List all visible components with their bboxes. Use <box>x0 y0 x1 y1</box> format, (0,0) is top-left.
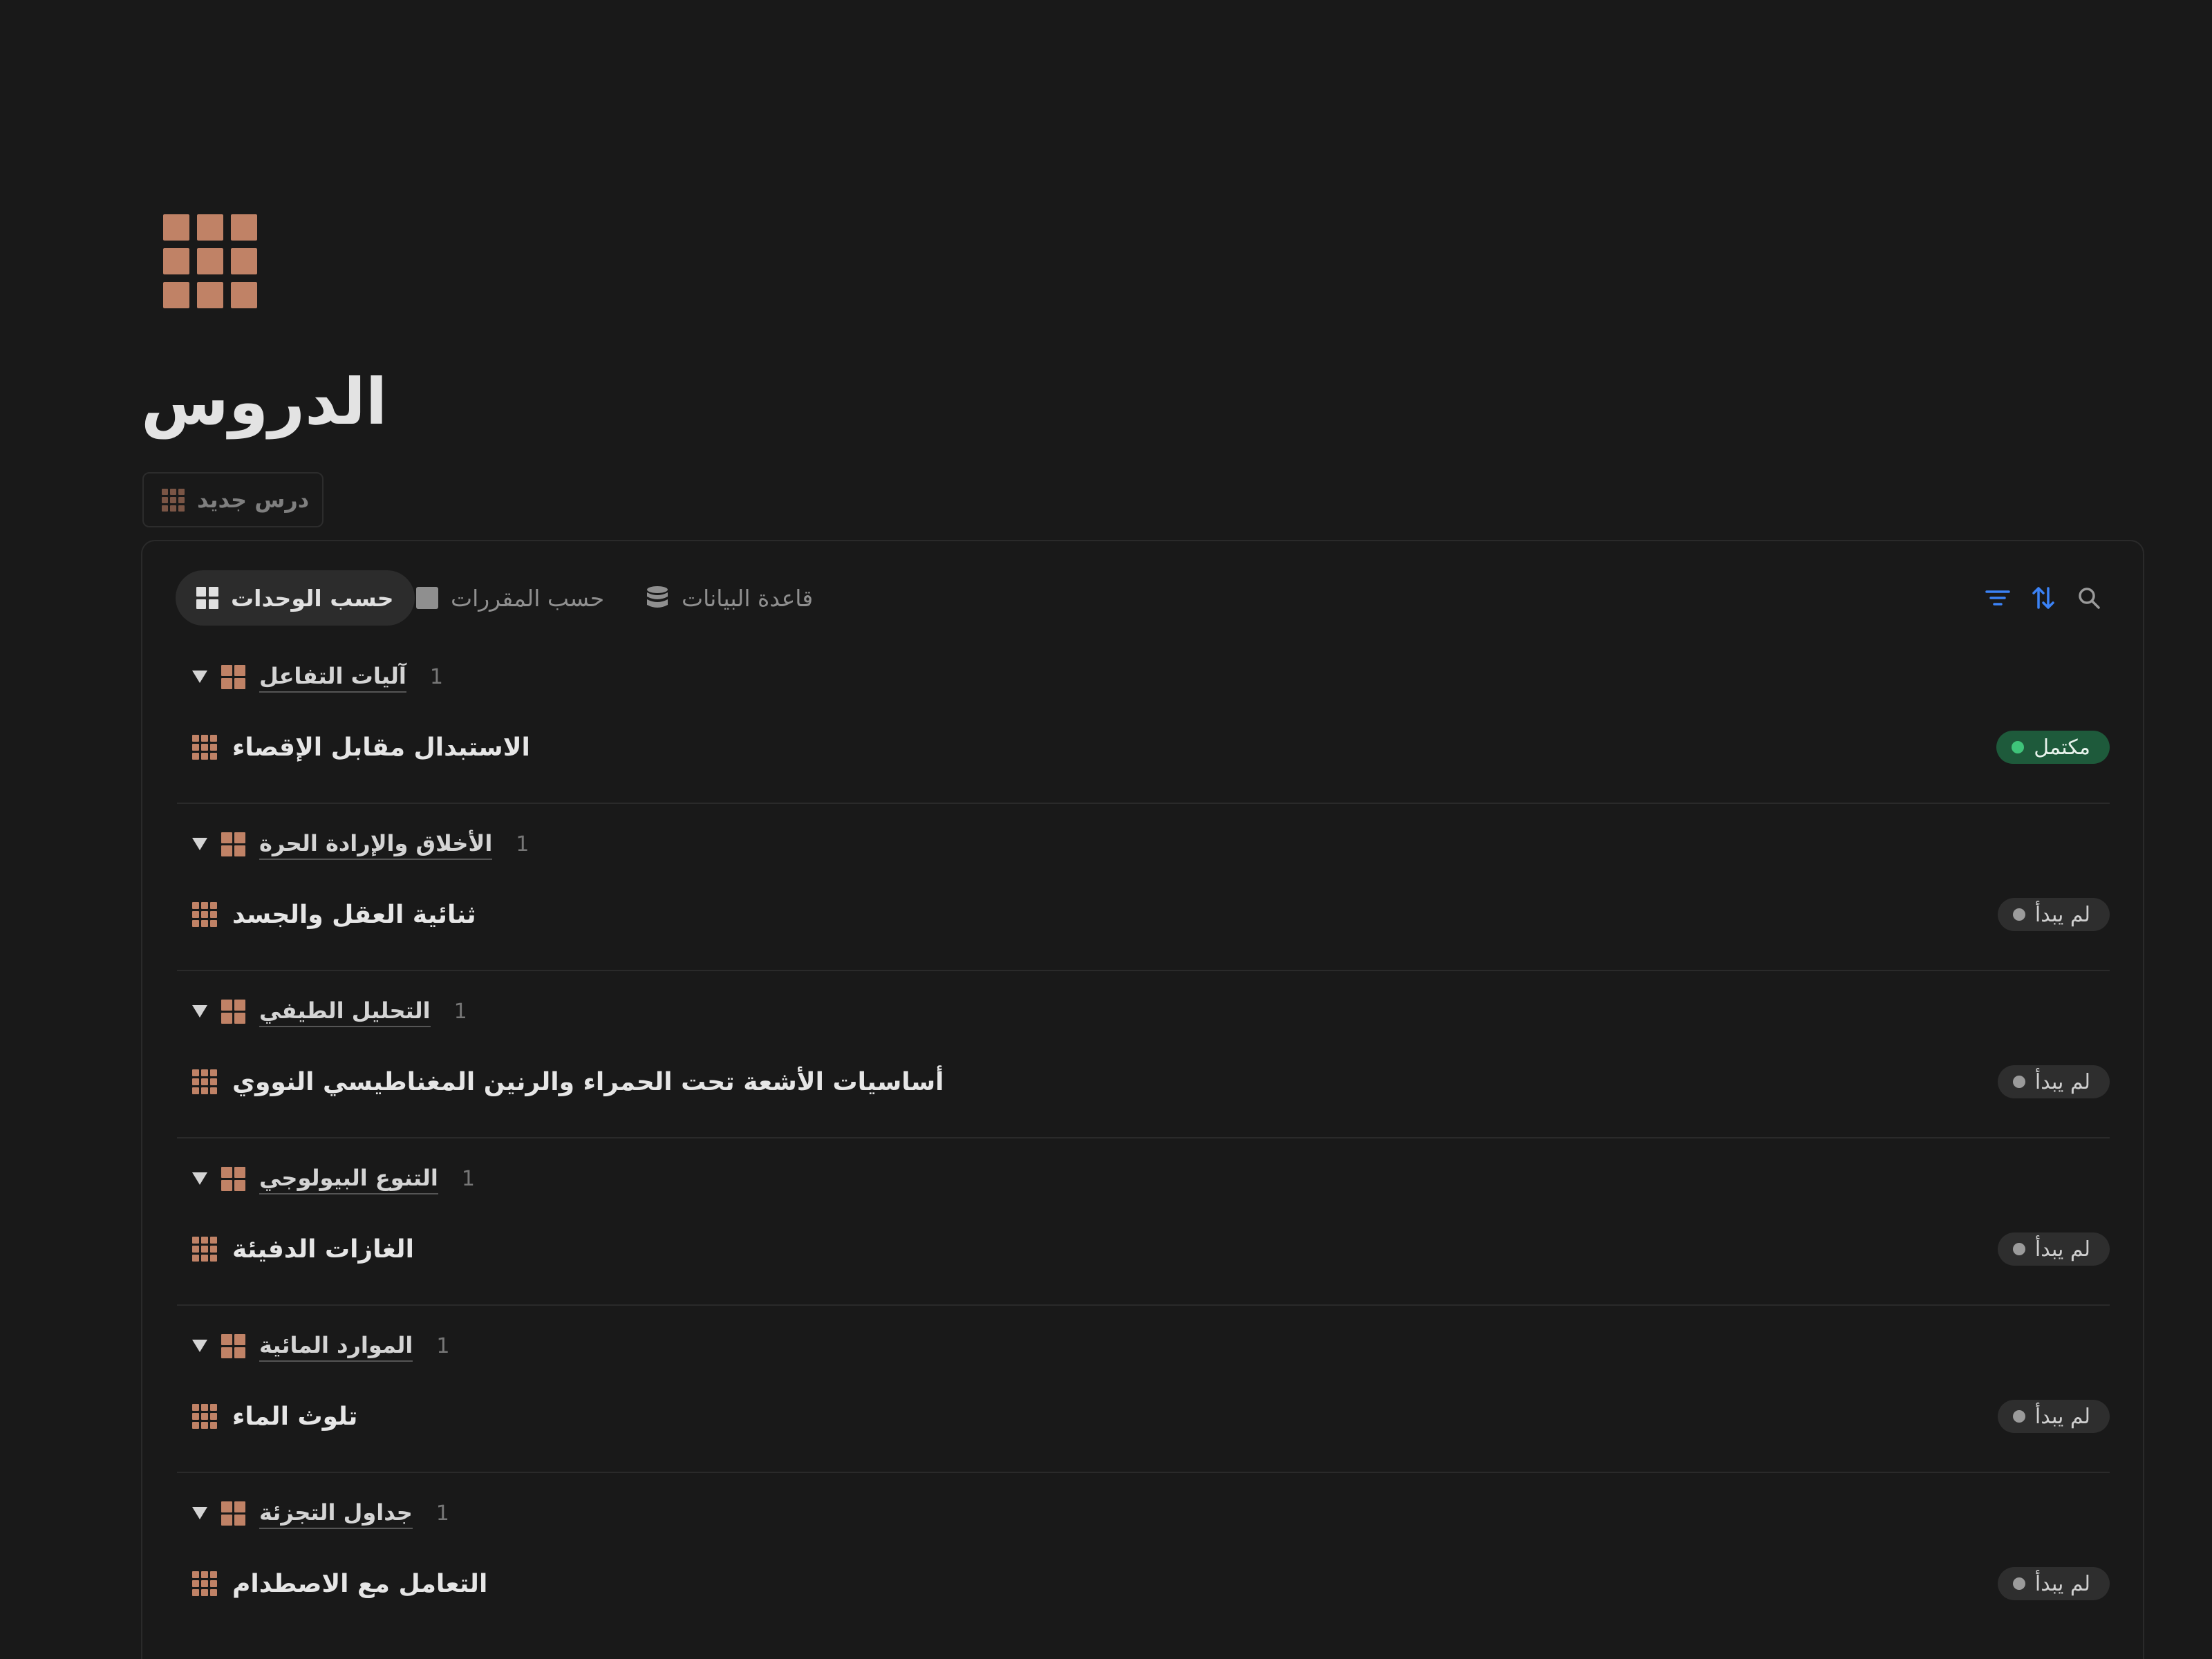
group-name[interactable]: جداول التجزئة <box>259 1497 413 1529</box>
status-dot-icon <box>2012 908 2025 921</box>
list-item[interactable]: التعامل مع الاصطدام لم يبدأ <box>192 1562 2110 1606</box>
sort-icon[interactable] <box>2031 585 2056 610</box>
grid-icon <box>221 1333 245 1358</box>
tab-label: حسب المقررات <box>451 584 605 612</box>
lesson-title[interactable]: تلوث الماء <box>232 1403 357 1431</box>
grid-icon <box>196 587 218 609</box>
status-badge: لم يبدأ <box>1997 1567 2110 1600</box>
status-label: لم يبدأ <box>2034 1404 2090 1429</box>
grid-icon <box>192 735 217 760</box>
status-label: لم يبدأ <box>2034 1237 2090 1262</box>
triangle-down-icon[interactable] <box>192 1005 207 1018</box>
tab-database[interactable]: قاعدة البيانات <box>646 570 813 626</box>
group-header[interactable]: التحليل الطيفي 1 <box>192 991 467 1032</box>
status-dot-icon <box>2012 1076 2025 1088</box>
grid-icon <box>192 1069 217 1094</box>
group-name[interactable]: الأخلاق والإرادة الحرة <box>259 828 493 860</box>
grid-icon <box>221 1166 245 1191</box>
tab-label: قاعدة البيانات <box>682 584 814 612</box>
status-dot-icon <box>2012 741 2025 753</box>
search-icon[interactable] <box>2077 585 2101 610</box>
new-lesson-label: درس جديد <box>197 487 310 513</box>
group-header[interactable]: الموارد المائية 1 <box>192 1325 449 1367</box>
group-header[interactable]: التنوع البيولوجي 1 <box>192 1158 475 1199</box>
list-item[interactable]: الغازات الدفيئة لم يبدأ <box>192 1227 2110 1271</box>
tab-by-units[interactable]: حسب الوحدات <box>176 570 415 626</box>
tab-label: حسب الوحدات <box>231 584 394 612</box>
list-item[interactable]: الاستبدال مقابل الإقصاء مكتمل <box>192 725 2110 769</box>
status-dot-icon <box>2012 1410 2025 1423</box>
group-header[interactable]: جداول التجزئة 1 <box>192 1492 449 1534</box>
grid-icon <box>221 664 245 689</box>
grid-icon[interactable] <box>163 214 257 308</box>
list-item[interactable]: تلوث الماء لم يبدأ <box>192 1394 2110 1438</box>
list-item[interactable]: ثنائية العقل والجسد لم يبدأ <box>192 892 2110 937</box>
divider <box>177 803 2110 804</box>
group-name[interactable]: التحليل الطيفي <box>259 995 431 1027</box>
tab-by-courses[interactable]: حسب المقررات <box>416 570 604 626</box>
filter-icon[interactable] <box>1985 588 2010 608</box>
status-badge: لم يبدأ <box>1997 898 2110 931</box>
grid-icon <box>192 1571 217 1596</box>
lesson-title[interactable]: التعامل مع الاصطدام <box>232 1570 487 1598</box>
status-badge: لم يبدأ <box>1997 1232 2110 1266</box>
divider <box>177 1304 2110 1306</box>
divider <box>177 1472 2110 1473</box>
triangle-down-icon[interactable] <box>192 1172 207 1185</box>
page-title: الدروس <box>141 365 388 439</box>
status-badge: لم يبدأ <box>1997 1065 2110 1098</box>
status-dot-icon <box>2012 1243 2025 1255</box>
status-badge: مكتمل <box>1996 731 2110 764</box>
divider <box>177 970 2110 971</box>
group-count: 1 <box>429 664 443 689</box>
status-label: لم يبدأ <box>2034 1571 2090 1596</box>
database-panel: حسب الوحدات حسب المقررات قاعدة البيانات <box>141 540 2144 1659</box>
new-lesson-button[interactable]: درس جديد <box>142 472 324 527</box>
triangle-down-icon[interactable] <box>192 671 207 683</box>
group-name[interactable]: التنوع البيولوجي <box>259 1163 438 1194</box>
grid-icon <box>221 1501 245 1526</box>
page: الدروس درس جديد حسب الوحدات حسب المقررات <box>0 0 2212 1659</box>
grid-icon <box>192 1237 217 1262</box>
grid-icon <box>162 488 185 512</box>
view-actions <box>1985 570 2101 626</box>
group-name[interactable]: الموارد المائية <box>259 1330 413 1362</box>
database-icon <box>647 586 668 608</box>
lesson-title[interactable]: الاستبدال مقابل الإقصاء <box>232 733 530 762</box>
square-icon <box>416 587 438 609</box>
view-toolbar: حسب الوحدات حسب المقررات قاعدة البيانات <box>170 570 2101 626</box>
group-count: 1 <box>436 1333 450 1358</box>
group-header[interactable]: آليات التفاعل 1 <box>192 656 443 697</box>
lesson-title[interactable]: ثنائية العقل والجسد <box>232 901 476 929</box>
grid-icon <box>192 1404 217 1429</box>
group-header[interactable]: الأخلاق والإرادة الحرة 1 <box>192 823 529 865</box>
triangle-down-icon[interactable] <box>192 1507 207 1519</box>
status-label: لم يبدأ <box>2034 902 2090 927</box>
grid-icon <box>221 832 245 856</box>
group-count: 1 <box>461 1166 475 1191</box>
lesson-title[interactable]: أساسيات الأشعة تحت الحمراء والرنين المغن… <box>232 1068 944 1096</box>
triangle-down-icon[interactable] <box>192 1340 207 1352</box>
status-badge: لم يبدأ <box>1997 1400 2110 1433</box>
group-count: 1 <box>516 832 529 856</box>
triangle-down-icon[interactable] <box>192 838 207 850</box>
grid-icon <box>192 902 217 927</box>
lesson-title[interactable]: الغازات الدفيئة <box>232 1235 414 1264</box>
divider <box>177 1137 2110 1138</box>
status-label: مكتمل <box>2034 735 2090 760</box>
list-item[interactable]: أساسيات الأشعة تحت الحمراء والرنين المغن… <box>192 1060 2110 1104</box>
grid-icon <box>221 999 245 1024</box>
status-dot-icon <box>2012 1577 2025 1590</box>
group-name[interactable]: آليات التفاعل <box>259 661 406 693</box>
status-label: لم يبدأ <box>2034 1069 2090 1094</box>
group-count: 1 <box>435 1501 449 1526</box>
group-count: 1 <box>453 999 467 1024</box>
